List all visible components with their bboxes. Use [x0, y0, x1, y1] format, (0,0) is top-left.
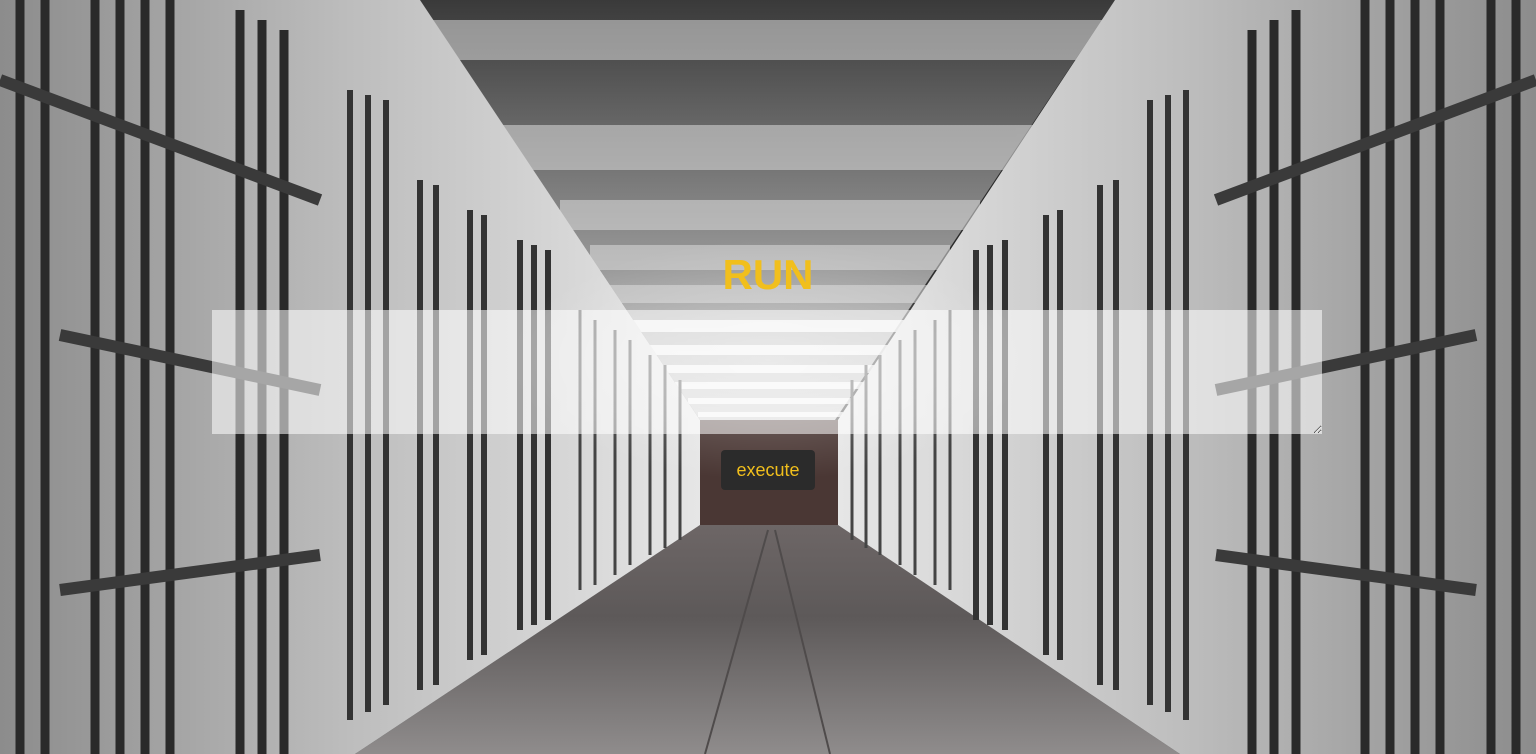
code-input[interactable] — [212, 310, 1322, 434]
execute-button[interactable]: execute — [721, 450, 815, 490]
page-title: RUN — [722, 251, 814, 298]
